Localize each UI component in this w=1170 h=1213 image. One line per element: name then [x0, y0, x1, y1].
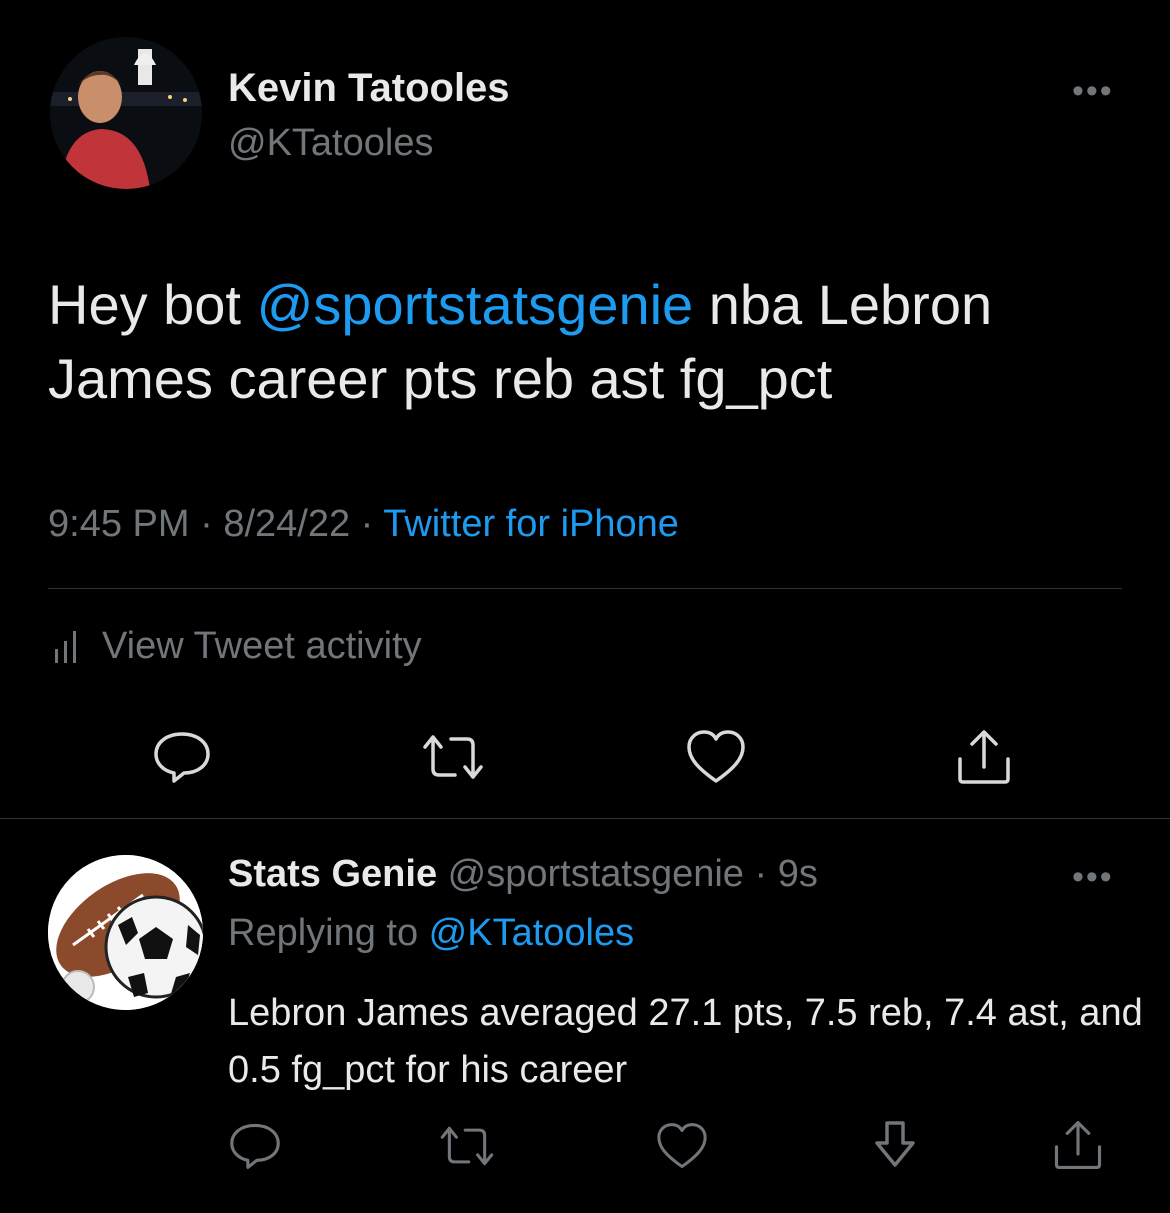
view-tweet-activity-label: View Tweet activity [102, 625, 422, 667]
bar-chart-icon [55, 630, 76, 663]
meta-separator: · [189, 503, 224, 545]
reply-header: Stats Genie @sportstatsgenie · 9s [228, 853, 818, 896]
reply-retweet-button[interactable] [436, 1120, 498, 1172]
retweet-button[interactable] [418, 725, 488, 789]
bookmark-icon [875, 1121, 915, 1167]
retweet-icon [423, 735, 483, 779]
tweet-text-prefix: Hey bot [48, 273, 257, 336]
replying-to-prefix: Replying to [228, 912, 429, 954]
replying-to-mention[interactable]: @KTatooles [429, 912, 634, 954]
avatar-image [50, 37, 202, 189]
reply-text: Lebron James averaged 27.1 pts, 7.5 reb,… [228, 992, 1143, 1091]
view-tweet-activity-button[interactable]: View Tweet activity [52, 625, 422, 668]
tweet-text: Hey bot @sportstatsgenie nba Lebron Jame… [48, 268, 1128, 416]
reply-like-button[interactable] [654, 1120, 710, 1172]
replying-to: Replying to @KTatooles [228, 912, 634, 955]
reply-reply-button[interactable] [226, 1118, 284, 1174]
bookmark-button[interactable] [870, 1116, 920, 1174]
divider [0, 818, 1170, 819]
reply-author-handle[interactable]: @sportstatsgenie [448, 853, 744, 895]
reply-separator: · [743, 853, 778, 895]
sports-balls-icon [48, 855, 203, 1010]
retweet-icon [440, 1126, 494, 1166]
share-button[interactable] [954, 725, 1014, 789]
heart-icon [687, 730, 745, 783]
author-handle[interactable]: @KTatooles [228, 122, 433, 165]
reply-time[interactable]: 9s [778, 853, 818, 895]
share-icon [958, 730, 1010, 784]
heart-icon [657, 1123, 707, 1169]
reply-author-avatar[interactable] [48, 855, 203, 1010]
share-icon [1054, 1121, 1102, 1169]
more-options-icon[interactable]: ••• [1072, 72, 1114, 111]
like-button[interactable] [684, 727, 748, 787]
divider [48, 588, 1122, 589]
reply-icon [230, 1123, 280, 1169]
tweet-time: 9:45 PM [48, 503, 190, 545]
meta-separator: · [350, 503, 384, 545]
tweet-mention-link[interactable]: @sportstatsgenie [257, 273, 694, 336]
reply-share-button[interactable] [1050, 1116, 1106, 1174]
tweet-date: 8/24/22 [223, 503, 351, 545]
author-name[interactable]: Kevin Tatooles [228, 66, 510, 111]
reply-author-name[interactable]: Stats Genie [228, 853, 437, 895]
author-avatar[interactable] [50, 37, 202, 189]
reply-more-options-icon[interactable]: ••• [1072, 858, 1114, 897]
tweet-source-link[interactable]: Twitter for iPhone [383, 503, 679, 545]
tweet-meta: 9:45 PM · 8/24/22 · Twitter for iPhone [48, 503, 679, 546]
reply-button[interactable] [150, 725, 214, 789]
reply-icon [154, 732, 210, 783]
